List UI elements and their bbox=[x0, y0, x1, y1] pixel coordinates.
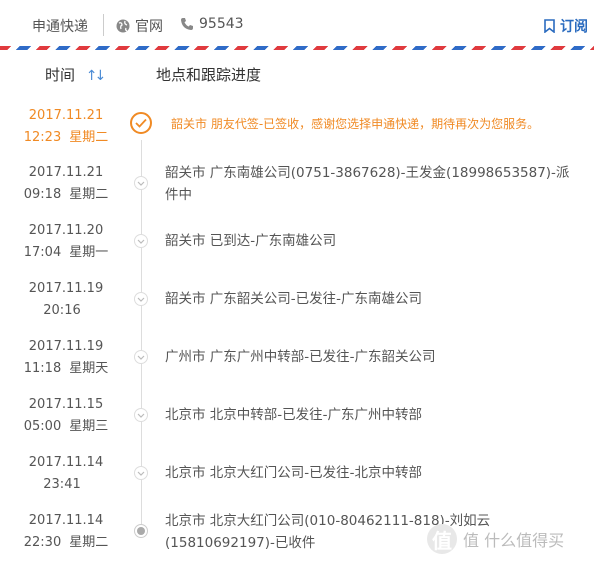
record-clock: 17:04 bbox=[23, 245, 62, 260]
hotline[interactable]: 95543 bbox=[180, 16, 244, 32]
record-date: 2017.11.19 bbox=[28, 281, 104, 296]
record-time: 2017.11.14 23:41 bbox=[0, 452, 132, 496]
official-site-label: 官网 bbox=[135, 19, 163, 35]
record-weekday: 星期三 bbox=[69, 419, 109, 434]
record-weekday: 星期二 bbox=[69, 187, 109, 202]
record-detail: 韶关市 广东韶关公司-已发往-广东南雄公司 bbox=[165, 291, 423, 307]
record-clock: 09:18 bbox=[23, 187, 62, 202]
airmail-stripe bbox=[0, 46, 594, 50]
record-detail: 韶关市 朋友代签-已签收，感谢您选择申通快递，期待再次为您服务。 bbox=[171, 117, 540, 131]
record-detail: 广州市 广东广州中转部-已发往-广东韶关公司 bbox=[165, 349, 436, 365]
record-clock: 20:16 bbox=[43, 303, 81, 318]
sort-icon[interactable]: ↑↓ bbox=[86, 68, 107, 84]
record-weekday: 星期一 bbox=[69, 245, 109, 260]
chevron-down-icon bbox=[134, 466, 148, 480]
record-time: 2017.11.15 05:00 星期三 bbox=[0, 394, 132, 438]
check-icon bbox=[130, 112, 152, 134]
list-item: 2017.11.21 09:18 星期二 韶关市 广东南雄公司(0751-3867… bbox=[0, 158, 594, 216]
record-date: 2017.11.20 bbox=[28, 223, 104, 238]
list-item: 2017.11.19 20:16 韶关市 广东韶关公司-已发往-广东南雄公司 bbox=[0, 274, 594, 332]
record-clock: 11:18 bbox=[23, 361, 62, 376]
watermark: 值 值 什么值得买 bbox=[427, 524, 564, 554]
record-weekday: 星期天 bbox=[69, 361, 109, 376]
record-weekday: 星期二 bbox=[69, 130, 109, 145]
time-column-header[interactable]: 时间 ↑↓ bbox=[45, 64, 107, 85]
origin-dot-icon bbox=[134, 524, 148, 538]
chevron-down-icon bbox=[134, 292, 148, 306]
record-clock: 22:30 bbox=[23, 535, 62, 550]
origin-dot-inner bbox=[137, 527, 145, 535]
courier-name: 申通快递 bbox=[32, 19, 88, 35]
list-item: 2017.11.15 05:00 星期三 北京市 北京中转部-已发往-广东广州中转… bbox=[0, 390, 594, 448]
record-weekday: 星期二 bbox=[69, 535, 109, 550]
list-item: 2017.11.21 12:23 星期二 韶关市 朋友代签-已签收，感谢您选择申通… bbox=[0, 100, 594, 158]
header-bar: 申通快递 官网 95543 订阅 bbox=[0, 0, 594, 46]
list-item: 2017.11.20 17:04 星期一 韶关市 已到达-广东南雄公司 bbox=[0, 216, 594, 274]
record-time: 2017.11.14 22:30 星期二 bbox=[0, 510, 132, 554]
phone-number: 95543 bbox=[199, 16, 244, 32]
record-date: 2017.11.14 bbox=[28, 513, 104, 528]
record-detail: 北京市 北京大红门公司-已发往-北京中转部 bbox=[165, 465, 423, 481]
record-date: 2017.11.21 bbox=[28, 165, 104, 180]
list-item: 2017.11.19 11:18 星期天 广州市 广东广州中转部-已发往-广东韶关… bbox=[0, 332, 594, 390]
record-time: 2017.11.21 12:23 星期二 bbox=[0, 105, 132, 149]
record-time: 2017.11.19 20:16 bbox=[0, 278, 132, 322]
record-date: 2017.11.15 bbox=[28, 397, 104, 412]
detail-column-header: 地点和跟踪进度 bbox=[156, 64, 261, 85]
record-date: 2017.11.19 bbox=[28, 339, 104, 354]
chevron-down-icon bbox=[134, 234, 148, 248]
watermark-logo: 值 bbox=[427, 524, 457, 554]
record-time: 2017.11.21 09:18 星期二 bbox=[0, 162, 132, 206]
official-site-link[interactable]: 官网 bbox=[116, 16, 163, 36]
time-column-label: 时间 bbox=[45, 66, 76, 84]
detail-column-label: 地点和跟踪进度 bbox=[156, 66, 262, 84]
record-detail: 北京市 北京中转部-已发往-广东广州中转部 bbox=[165, 407, 423, 423]
list-item: 2017.11.14 23:41 北京市 北京大红门公司-已发往-北京中转部 bbox=[0, 448, 594, 506]
record-time: 2017.11.20 17:04 星期一 bbox=[0, 220, 132, 264]
record-detail: 韶关市 广东南雄公司(0751-3867628)-王发金(18998653587… bbox=[165, 165, 570, 203]
record-date: 2017.11.21 bbox=[28, 108, 104, 123]
chevron-down-icon bbox=[134, 408, 148, 422]
globe-icon bbox=[116, 19, 130, 33]
phone-icon bbox=[181, 18, 193, 30]
record-detail: 韶关市 已到达-广东南雄公司 bbox=[165, 233, 337, 249]
header-divider bbox=[103, 14, 104, 36]
record-date: 2017.11.14 bbox=[28, 455, 104, 470]
record-time: 2017.11.19 11:18 星期天 bbox=[0, 336, 132, 380]
record-clock: 12:23 bbox=[23, 130, 62, 145]
watermark-text: 值 什么值得买 bbox=[463, 531, 565, 550]
bookmark-icon bbox=[544, 19, 555, 33]
chevron-down-icon bbox=[134, 350, 148, 364]
record-clock: 05:00 bbox=[23, 419, 62, 434]
chevron-down-icon bbox=[134, 176, 148, 190]
record-clock: 23:41 bbox=[43, 477, 81, 492]
subscribe-button[interactable]: 订阅 bbox=[544, 16, 588, 36]
subscribe-label: 订阅 bbox=[560, 19, 588, 35]
